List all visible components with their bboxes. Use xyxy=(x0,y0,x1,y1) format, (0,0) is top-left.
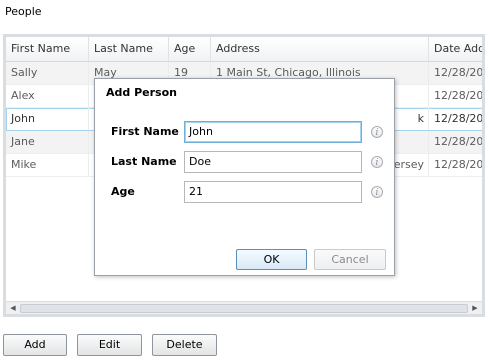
column-header-date-added[interactable]: Date Added xyxy=(429,37,482,61)
scroll-left-arrow-icon[interactable]: ◀ xyxy=(7,302,19,314)
last-name-label: Last Name xyxy=(111,155,177,168)
add-button[interactable]: Add xyxy=(3,334,67,356)
delete-button[interactable]: Delete xyxy=(152,334,217,356)
cell-first-name: Jane xyxy=(6,131,89,153)
age-field[interactable]: 21 xyxy=(184,181,362,203)
first-name-info-icon[interactable]: i xyxy=(371,126,383,138)
cell-date-added: 12/28/2012 xyxy=(429,85,482,107)
first-name-label: First Name xyxy=(111,125,179,138)
age-label: Age xyxy=(111,185,135,198)
cell-date-added: 12/28/2012 xyxy=(429,154,482,176)
scrollbar-thumb[interactable] xyxy=(20,304,468,313)
cell-first-name: John xyxy=(6,108,89,130)
edit-button[interactable]: Edit xyxy=(77,334,142,356)
cell-date-added: 12/28/2012 xyxy=(429,62,482,84)
age-info-icon[interactable]: i xyxy=(371,186,383,198)
cell-first-name: Sally xyxy=(6,62,89,84)
first-name-field[interactable]: John xyxy=(184,121,362,143)
last-name-info-icon[interactable]: i xyxy=(371,156,383,168)
column-header-first-name[interactable]: First Name xyxy=(6,37,89,61)
column-header-address[interactable]: Address xyxy=(211,37,429,61)
add-person-dialog: Add Person First Name John i Last Name D… xyxy=(94,78,395,276)
column-header-age[interactable]: Age xyxy=(169,37,211,61)
page-title: People xyxy=(5,5,42,18)
cell-first-name: Mike xyxy=(6,154,89,176)
cell-first-name: Alex xyxy=(6,85,89,107)
dialog-title: Add Person xyxy=(106,86,177,99)
horizontal-scrollbar[interactable]: ◀ ▶ xyxy=(6,301,482,314)
column-header-last-name[interactable]: Last Name xyxy=(89,37,169,61)
scroll-right-arrow-icon[interactable]: ▶ xyxy=(469,302,481,314)
grid-header: First Name Last Name Age Address Date Ad… xyxy=(6,37,482,62)
cell-date-added: 12/28/2012 xyxy=(429,108,482,130)
ok-button[interactable]: OK xyxy=(236,249,307,270)
cell-date-added: 12/28/2012 xyxy=(429,131,482,153)
cancel-button[interactable]: Cancel xyxy=(314,249,386,270)
last-name-field[interactable]: Doe xyxy=(184,151,362,173)
